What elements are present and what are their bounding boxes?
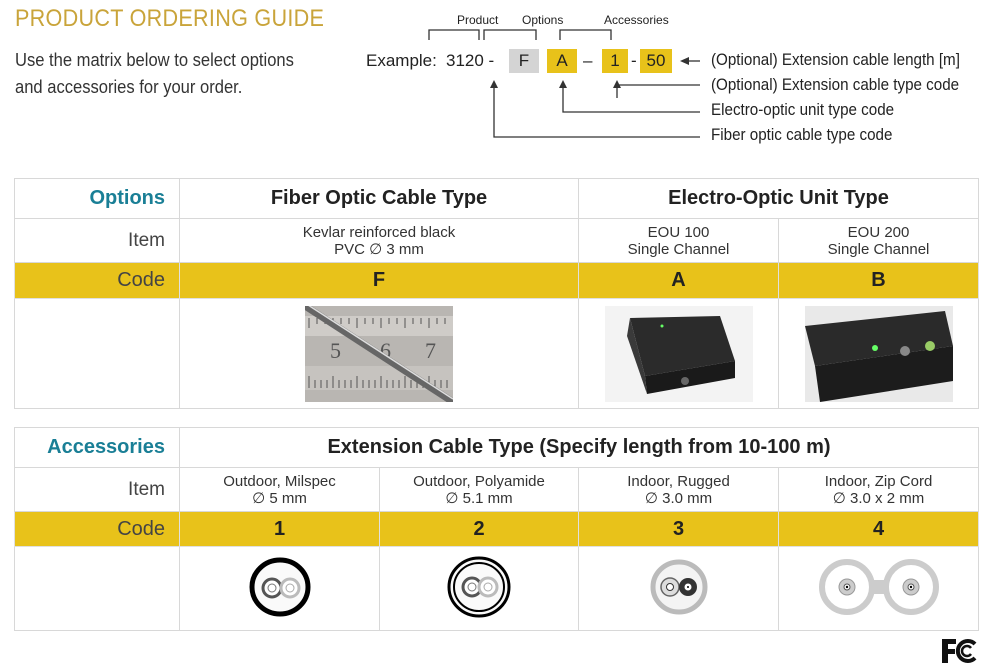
example-sep: - (631, 51, 637, 70)
cable-2-diagram-cell (379, 546, 579, 631)
fiber-photo-cell: 567 (179, 298, 579, 409)
note-cable-length: (Optional) Extension cable length [m] (711, 51, 960, 69)
item-line: Outdoor, Polyamide (413, 472, 545, 490)
item-line: PVC ∅ 3 mm (334, 240, 424, 258)
item-line: ∅ 3.0 mm (644, 489, 713, 507)
example-option-fiber: F (509, 49, 539, 73)
item-line: ∅ 5.1 mm (445, 489, 513, 507)
eou-200-photo (804, 305, 953, 402)
item-cable-2: Outdoor, Polyamide ∅ 5.1 mm (379, 467, 579, 512)
cable-zipcord-cross-section-icon (818, 558, 939, 615)
item-label: Item (14, 218, 180, 263)
eou-200-photo-cell (777, 298, 980, 409)
code-cable-2: 2 (379, 511, 579, 547)
code-fiber: F (179, 262, 579, 299)
note-cable-type: (Optional) Extension cable type code (711, 76, 960, 94)
item-line: Indoor, Zip Cord (824, 472, 933, 490)
item-fiber: Kevlar reinforced black PVC ∅ 3 mm (179, 218, 579, 263)
fiber-cable-photo: 567 (305, 305, 453, 402)
example-accessory-length: 50 (640, 49, 672, 73)
item-cable-1: Outdoor, Milspec ∅ 5 mm (179, 467, 380, 512)
item-line: ∅ 3.0 x 2 mm (832, 489, 925, 507)
note-eou-type: Electro-optic unit type code (711, 101, 895, 119)
example-product-code: 3120 - (446, 51, 495, 70)
code-eou-100: A (578, 262, 779, 299)
cable-rugged-cross-section-icon (650, 559, 707, 614)
item-line: ∅ 5 mm (252, 489, 307, 507)
item-line: EOU 100 (647, 223, 710, 241)
eou-100-photo-cell (578, 298, 779, 409)
item-line: Single Channel (827, 240, 930, 258)
item-cable-3: Indoor, Rugged ∅ 3.0 mm (578, 467, 779, 512)
svg-text:7: 7 (425, 338, 436, 363)
cable-1-diagram-cell (179, 546, 380, 631)
code-eou-200: B (777, 262, 980, 299)
cable-3-diagram-cell (578, 546, 779, 631)
accessories-table: Accessories Extension Cable Type (Specif… (14, 427, 980, 631)
accessories-section-label: Accessories (14, 427, 180, 468)
empty-cell (14, 546, 180, 631)
options-table: Options Fiber Optic Cable Type Electro-O… (14, 178, 980, 409)
code-label: Code (14, 511, 180, 547)
cable-polyamide-cross-section-icon (447, 556, 511, 617)
code-cable-4: 4 (777, 511, 980, 547)
svg-text:5: 5 (330, 338, 341, 363)
code-cable-1: 1 (179, 511, 380, 547)
item-eou-100: EOU 100 Single Channel (578, 218, 779, 263)
item-line: Single Channel (627, 240, 730, 258)
example-label: Example: (366, 51, 437, 70)
cable-milspec-cross-section-icon (249, 557, 310, 616)
fcc-logo-icon (942, 639, 977, 663)
item-line: Kevlar reinforced black (302, 223, 456, 241)
item-label: Item (14, 467, 180, 512)
note-fiber-type: Fiber optic cable type code (711, 126, 893, 144)
example-option-eou: A (547, 49, 577, 73)
cable-4-diagram-cell (777, 546, 980, 631)
header-extension-cable: Extension Cable Type (Specify length fro… (178, 427, 980, 468)
code-label: Code (14, 262, 180, 299)
example-dash: – (583, 51, 593, 70)
options-section-label: Options (14, 178, 180, 219)
item-cable-4: Indoor, Zip Cord ∅ 3.0 x 2 mm (777, 467, 980, 512)
empty-cell (14, 298, 180, 409)
item-eou-200: EOU 200 Single Channel (777, 218, 980, 263)
eou-100-photo (604, 305, 753, 402)
header-fiber-cable: Fiber Optic Cable Type (179, 178, 579, 219)
header-eou: Electro-Optic Unit Type (577, 178, 980, 219)
item-line: Indoor, Rugged (627, 472, 730, 490)
example-accessory-type: 1 (602, 49, 628, 73)
code-cable-3: 3 (578, 511, 779, 547)
item-line: Outdoor, Milspec (223, 472, 336, 490)
item-line: EOU 200 (847, 223, 910, 241)
